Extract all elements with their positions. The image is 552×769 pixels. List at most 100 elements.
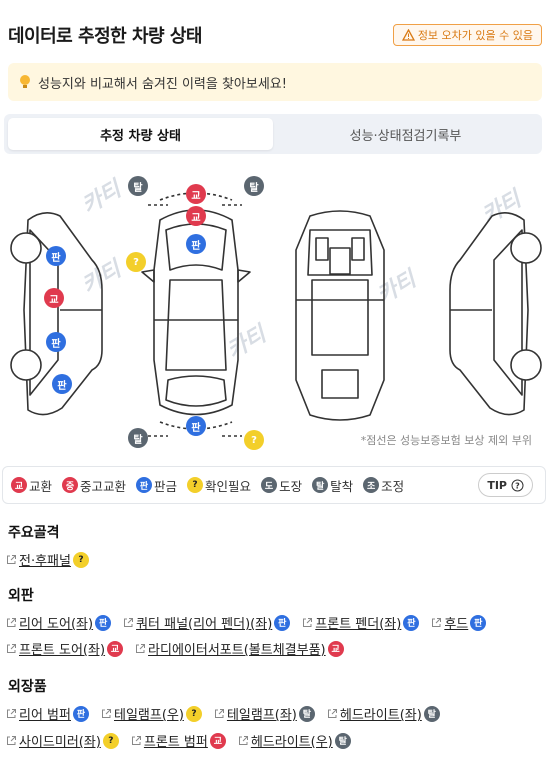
part-badge: 교 [209,732,226,749]
part-badge: 판 [470,614,487,631]
legend-icon: 탈 [312,477,329,493]
pin-gyohwan[interactable]: 교 [44,288,64,308]
part-label: 사이드미러(좌) [19,735,101,750]
part-badge: ? [72,551,89,568]
warning-icon [401,29,415,41]
pin-pangeum[interactable]: 판 [52,374,72,394]
section-title-exterior: 외장품 [8,679,47,695]
external-link-icon [327,709,337,718]
tab-estimated-status[interactable]: 추정 차량 상태 [8,118,273,150]
part-badge: 교 [327,640,344,657]
part-label: 리어 도어(좌) [19,617,94,632]
legend-label: 도장 [279,478,303,494]
exterior-row: 사이드미러(좌)? 프론트 범퍼 교 헤드라이트(우) 탈 [6,731,351,750]
external-link-icon [238,736,248,745]
warning-text: 정보 오차가 있을 수 있음 [417,29,533,42]
part-link[interactable]: 프론트 범퍼 교 [131,731,226,750]
part-link[interactable]: 라디에이터서포트(볼트체결부품) 교 [135,639,344,658]
legend-label: 교환 [29,478,53,494]
exterior-row: 리어 범퍼 판 테일램프(우)? 테일램프(좌) 탈 헤드라이트(좌) 탈 [6,704,440,723]
part-label: 테일램프(좌) [226,708,297,723]
external-link-icon [7,555,16,564]
external-link-icon [214,709,224,718]
external-link-icon [131,736,141,745]
pin-pangeum[interactable]: 판 [46,332,66,352]
part-label: 라디에이터서포트(볼트체결부품) [148,643,326,658]
part-label: 프론트 펜더(좌) [315,617,402,632]
legend-label: 확인필요 [205,478,252,494]
tip-button[interactable]: TIP ? [478,473,533,497]
legend-label: 탈착 [330,478,354,494]
part-label: 후드 [444,617,469,632]
legend-item: 판 판금 [136,476,177,495]
part-link[interactable]: 헤드라이트(좌) 탈 [327,704,440,723]
pin-check[interactable]: ? [244,430,264,450]
outer-row: 프론트 도어(좌) 교 라디에이터서포트(볼트체결부품) 교 [6,639,344,658]
part-badge: 판 [403,614,420,631]
view-tabs: 추정 차량 상태 성능·상태점검기록부 [4,114,542,154]
diagram-note: *점선은 성능보증보험 보상 제외 부위 [360,434,532,447]
legend: 교 교환 중 중고교환 판 판금 ? 확인필요 도 도장 탈 탈착 조 조정 TIP ? [2,466,546,504]
part-link[interactable]: 쿼터 패널(리어 펜더)(좌) 판 [123,613,291,632]
pin-check[interactable]: ? [126,252,146,272]
part-label: 리어 범퍼 [19,708,71,723]
part-link[interactable]: 리어 도어(좌) 판 [6,613,112,632]
external-link-icon [303,618,313,627]
pin-talchak[interactable]: 탈 [128,428,148,448]
legend-icon: 도 [261,477,278,493]
part-label: 헤드라이트(좌) [339,708,422,723]
frame-row: 전·후패널 ? [6,550,89,569]
part-label: 헤드라이트(우) [250,735,333,750]
hint-text: 성능지와 비교해서 숨겨진 이력을 찾아보세요! [38,76,287,92]
part-badge: ? [102,732,119,749]
car-diagram: 카티 카티 카티 카티 카티 탈 탈 교 교 판 ? 판 교 판 판 판 탈 ? [0,160,552,452]
part-link[interactable]: 후드 판 [431,613,487,632]
legend-icon: 판 [136,477,153,493]
legend-icon: 조 [363,477,380,493]
part-label: 전·후패널 [19,554,71,569]
svg-text:?: ? [515,481,520,490]
pin-talchak[interactable]: 탈 [128,176,148,196]
legend-icon: 교 [11,477,27,493]
external-link-icon [7,736,16,745]
pin-pangeum[interactable]: 판 [46,246,66,266]
external-link-icon [136,644,146,653]
part-label: 테일램프(우) [113,708,184,723]
page-title: 데이터로 추정한 차량 상태 [8,26,202,47]
part-link[interactable]: 전·후패널 ? [6,550,89,569]
external-link-icon [7,618,16,627]
external-link-icon [101,709,111,718]
legend-icon: 중 [62,477,79,493]
part-badge: 교 [107,640,124,657]
question-circle-icon: ? [511,479,524,491]
part-link[interactable]: 테일램프(우)? [101,704,202,723]
pin-talchak[interactable]: 탈 [244,176,264,196]
tab-inspection-record[interactable]: 성능·상태점검기록부 [273,118,538,150]
legend-item: ? 확인필요 [187,476,251,495]
legend-label: 조정 [381,478,405,494]
external-link-icon [7,644,16,653]
part-link[interactable]: 리어 범퍼 판 [6,704,89,723]
part-link[interactable]: 테일램프(좌) 탈 [214,704,315,723]
part-label: 프론트 범퍼 [143,735,208,750]
part-label: 프론트 도어(좌) [19,643,106,658]
part-link[interactable]: 사이드미러(좌)? [6,731,119,750]
legend-label: 판금 [154,478,178,494]
external-link-icon [7,709,16,718]
external-link-icon [432,618,442,627]
part-link[interactable]: 헤드라이트(우) 탈 [238,731,351,750]
part-badge: 판 [95,614,112,631]
part-link[interactable]: 프론트 펜더(좌) 판 [302,613,420,632]
part-badge: 판 [72,705,89,722]
legend-item: 도 도장 [261,476,302,495]
pin-gyohwan[interactable]: 교 [186,206,206,226]
pin-pangeum[interactable]: 판 [186,234,206,254]
legend-label: 중고교환 [80,478,127,494]
car-outline-svg [10,192,542,437]
part-badge: ? [185,705,202,722]
part-link[interactable]: 프론트 도어(좌) 교 [6,639,124,658]
pin-gyohwan[interactable]: 교 [186,184,206,204]
section-title-frame: 주요골격 [8,525,60,541]
legend-item: 중 중고교환 [62,476,126,495]
pin-pangeum[interactable]: 판 [186,416,206,436]
